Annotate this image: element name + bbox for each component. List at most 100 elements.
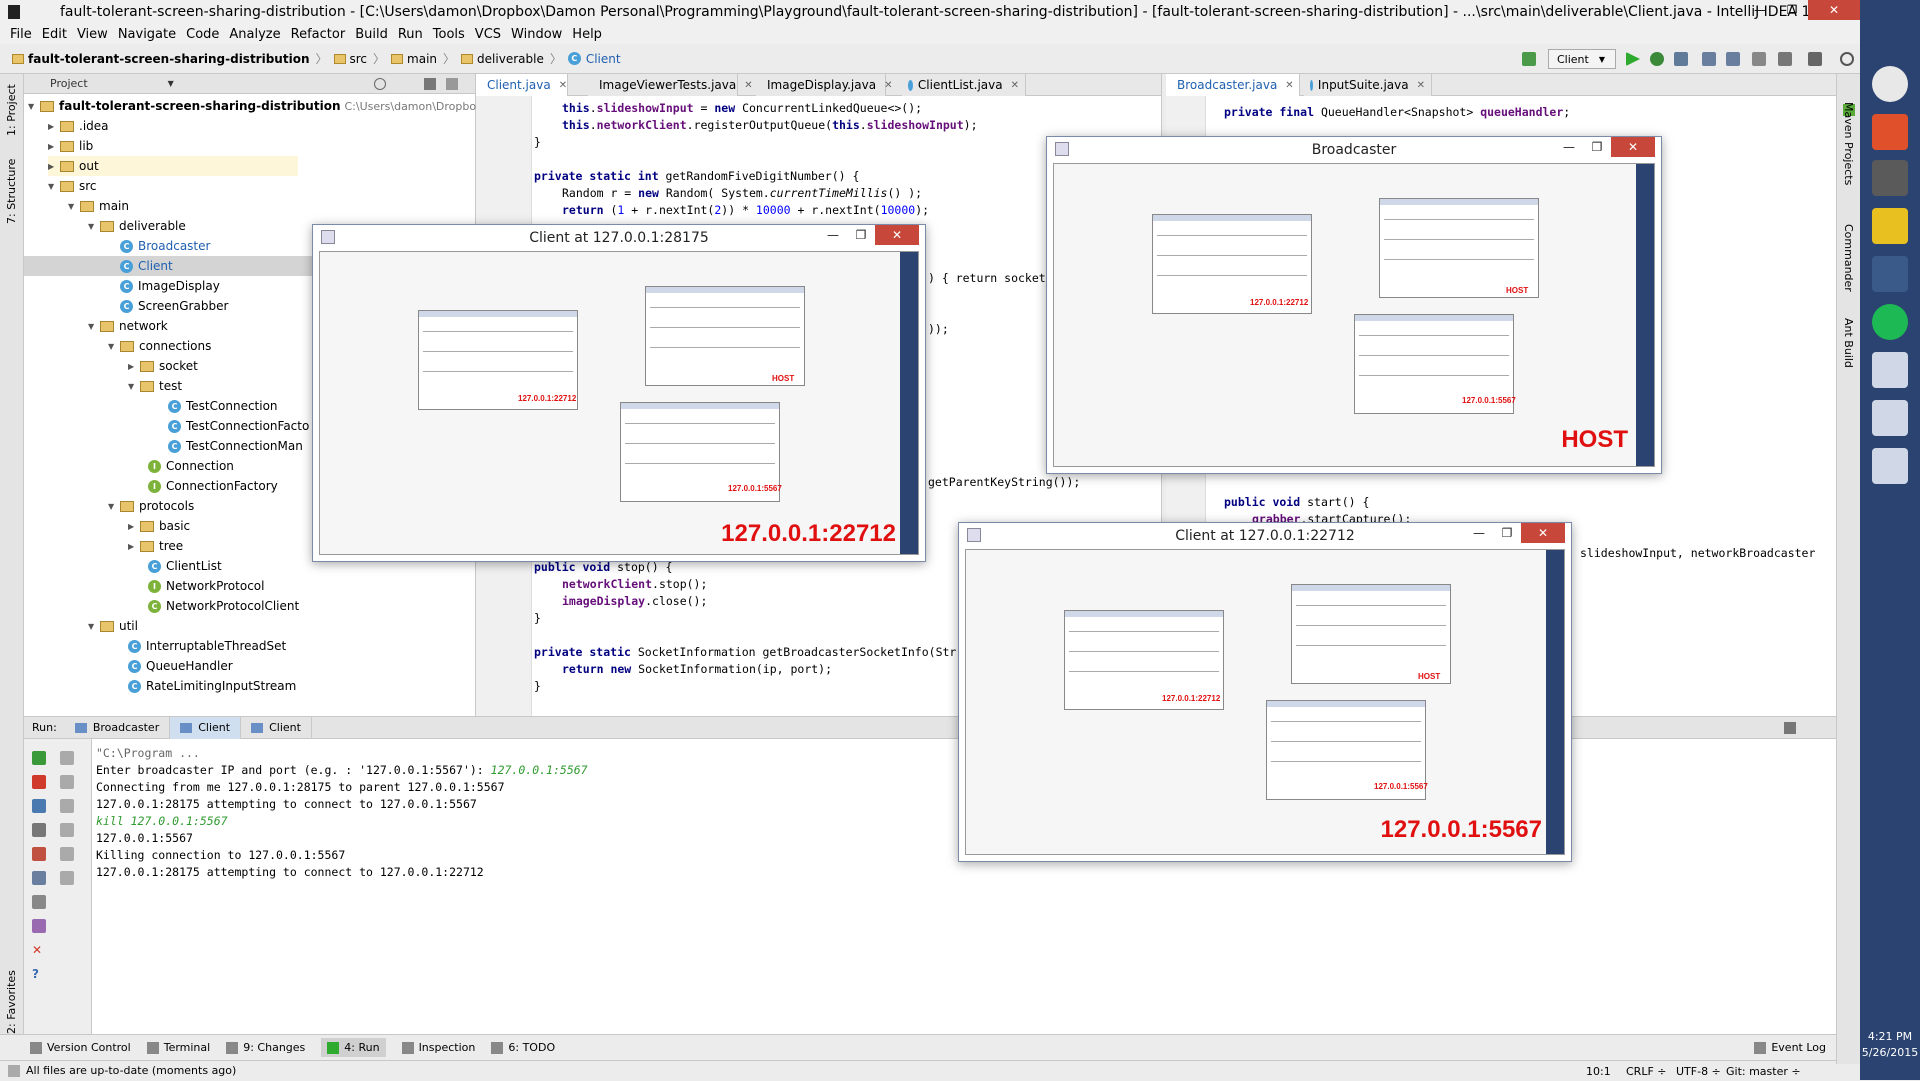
spotify-icon[interactable] bbox=[1872, 304, 1908, 340]
tree-node-main[interactable]: ▼ main bbox=[68, 196, 129, 216]
breadcrumb-project[interactable]: fault-tolerant-screen-sharing-distributi… bbox=[12, 50, 328, 67]
intellij-icon[interactable] bbox=[1872, 256, 1908, 292]
project-view-selector[interactable]: Project bbox=[50, 77, 88, 90]
stop-icon[interactable] bbox=[32, 775, 46, 789]
tree-node-ratelimitinginputstream[interactable]: C RateLimitingInputStream bbox=[128, 676, 296, 696]
java-icon[interactable] bbox=[1872, 352, 1908, 388]
tree-node-lib[interactable]: ▶ lib bbox=[48, 136, 93, 156]
exit-icon[interactable] bbox=[32, 847, 46, 861]
menu-edit[interactable]: Edit bbox=[42, 27, 67, 42]
rerun-icon[interactable] bbox=[32, 751, 46, 765]
tree-node-root[interactable]: ▼ fault-tolerant-screen-sharing-distribut… bbox=[28, 96, 501, 116]
revert-icon[interactable] bbox=[1778, 52, 1792, 66]
coverage-icon[interactable] bbox=[1674, 52, 1688, 66]
close-button[interactable]: ✕ bbox=[875, 225, 919, 245]
commander-button[interactable]: Commander bbox=[1842, 224, 1855, 292]
up-icon[interactable] bbox=[60, 751, 74, 765]
pin-icon[interactable] bbox=[32, 895, 46, 909]
menu-build[interactable]: Build bbox=[355, 27, 388, 42]
client-window-22712[interactable]: Client at 127.0.0.1:22712 — ❐ ✕ 127.0.0.… bbox=[958, 522, 1572, 862]
tree-node-testconnection[interactable]: C TestConnection bbox=[168, 396, 278, 416]
menu-analyze[interactable]: Analyze bbox=[229, 27, 280, 42]
history-icon[interactable] bbox=[1752, 52, 1766, 66]
breadcrumb-src[interactable]: src 〉 bbox=[333, 50, 385, 67]
hide-icon[interactable] bbox=[445, 77, 458, 90]
tree-node-src[interactable]: ▼ src bbox=[48, 176, 97, 196]
favorites-tool-button[interactable]: 2: Favorites bbox=[5, 970, 18, 1034]
sublime-icon[interactable] bbox=[1872, 160, 1908, 196]
run-tool-button[interactable]: 4: Run bbox=[321, 1038, 386, 1057]
tab-inputsuite-java[interactable]: InputSuite.java ✕ bbox=[1304, 74, 1432, 96]
minimize-button[interactable]: — bbox=[1465, 523, 1493, 543]
todo-button[interactable]: 6: TODO bbox=[491, 1041, 555, 1054]
tree-node-imagedisplay[interactable]: C ImageDisplay bbox=[120, 276, 220, 296]
breadcrumb-deliverable[interactable]: deliverable 〉 bbox=[461, 50, 562, 67]
run-config-select[interactable]: Client ▼ bbox=[1548, 49, 1616, 69]
tree-node-connections[interactable]: ▼ connections bbox=[108, 336, 211, 356]
tree-node-basic[interactable]: ▶ basic bbox=[128, 516, 190, 536]
maven-projects-button[interactable]: Maven Projects bbox=[1842, 102, 1855, 185]
gear-icon[interactable] bbox=[423, 77, 436, 90]
tree-node-broadcaster[interactable]: C Broadcaster bbox=[120, 236, 210, 256]
vcs-update-icon[interactable] bbox=[1702, 52, 1716, 66]
inspection-button[interactable]: Inspection bbox=[401, 1041, 475, 1054]
close-button[interactable]: ✕ bbox=[1521, 523, 1565, 543]
close-tab-icon[interactable]: ✕ bbox=[559, 80, 567, 91]
tab-imagedisplay-java[interactable]: ImageDisplay.java ✕ bbox=[756, 74, 892, 96]
breadcrumb-main[interactable]: main 〉 bbox=[391, 50, 455, 67]
tree-node-deliverable[interactable]: ▼ deliverable bbox=[88, 216, 186, 236]
ant-build-button[interactable]: Ant Build bbox=[1842, 318, 1855, 368]
version-control-button[interactable]: Version Control bbox=[30, 1041, 131, 1054]
run-icon[interactable] bbox=[1626, 52, 1640, 66]
print-icon[interactable] bbox=[60, 847, 74, 861]
tree-node-screengrabber[interactable]: C ScreenGrabber bbox=[120, 296, 228, 316]
gear-icon[interactable] bbox=[1784, 721, 1796, 734]
run-tab-broadcaster[interactable]: Broadcaster bbox=[65, 716, 171, 739]
wrap-icon[interactable] bbox=[60, 799, 74, 813]
clock-date[interactable]: 5/26/2015 bbox=[1860, 1046, 1920, 1059]
close-tab-icon[interactable]: ✕ bbox=[744, 80, 752, 91]
tree-node-test[interactable]: ▼ test bbox=[128, 376, 182, 396]
tree-node-networkprotocolclient[interactable]: C NetworkProtocolClient bbox=[148, 596, 299, 616]
event-log-button[interactable]: Event Log bbox=[1754, 1041, 1826, 1054]
tree-node-out[interactable]: ▶ out bbox=[48, 156, 298, 176]
java-icon[interactable] bbox=[1872, 448, 1908, 484]
close-tab-icon[interactable]: ✕ bbox=[1011, 80, 1019, 91]
close-run-icon[interactable]: ✕ bbox=[32, 943, 46, 957]
tree-node-protocols[interactable]: ▼ protocols bbox=[108, 496, 194, 516]
menu-navigate[interactable]: Navigate bbox=[118, 27, 176, 42]
java-icon[interactable] bbox=[1872, 400, 1908, 436]
clock-time[interactable]: 4:21 PM bbox=[1860, 1030, 1920, 1043]
clear-icon[interactable] bbox=[60, 871, 74, 885]
client-window-28175[interactable]: Client at 127.0.0.1:28175 — ❐ ✕ 127.0.0.… bbox=[312, 224, 926, 562]
close-tab-icon[interactable]: ✕ bbox=[884, 80, 892, 91]
close-tab-icon[interactable]: ✕ bbox=[1285, 80, 1293, 91]
maximize-button[interactable]: ❐ bbox=[1776, 0, 1808, 20]
menu-window[interactable]: Window bbox=[511, 27, 562, 42]
file-encoding[interactable]: UTF-8 ÷ bbox=[1676, 1061, 1721, 1081]
menu-file[interactable]: File bbox=[10, 27, 32, 42]
caret-position[interactable]: 10:1 bbox=[1586, 1061, 1611, 1081]
minimize-button[interactable]: — bbox=[819, 225, 847, 245]
tree-node-idea[interactable]: ▶ .idea bbox=[48, 116, 109, 136]
chrome-icon[interactable] bbox=[1872, 66, 1908, 102]
settings-icon[interactable] bbox=[1808, 52, 1822, 66]
dump-icon[interactable] bbox=[32, 919, 46, 933]
maximize-button[interactable]: ❐ bbox=[1493, 523, 1521, 543]
tab-client-java[interactable]: Client.java ✕ bbox=[476, 74, 568, 96]
git-icon[interactable] bbox=[1872, 114, 1908, 150]
update-icon[interactable] bbox=[1522, 52, 1536, 66]
menu-code[interactable]: Code bbox=[186, 27, 219, 42]
tree-node-socket[interactable]: ▶ socket bbox=[128, 356, 198, 376]
menu-view[interactable]: View bbox=[77, 27, 108, 42]
console-output[interactable]: "C:\Program ... Enter broadcaster IP and … bbox=[96, 745, 588, 881]
project-tool-button[interactable]: 1: Project bbox=[5, 84, 18, 136]
maximize-button[interactable]: ❐ bbox=[1583, 137, 1611, 157]
tree-node-network[interactable]: ▼ network bbox=[88, 316, 168, 336]
broadcaster-window[interactable]: Broadcaster — ❐ ✕ 127.0.0.1:22712 HOST 1… bbox=[1046, 136, 1662, 474]
tree-node-connectionfactory[interactable]: I ConnectionFactory bbox=[148, 476, 278, 496]
tab-clientlist-java[interactable]: ClientList.java ✕ bbox=[902, 74, 1026, 96]
close-button[interactable]: ✕ bbox=[1808, 0, 1860, 20]
structure-tool-button[interactable]: 7: Structure bbox=[5, 159, 18, 224]
debug-icon[interactable] bbox=[1650, 52, 1664, 66]
